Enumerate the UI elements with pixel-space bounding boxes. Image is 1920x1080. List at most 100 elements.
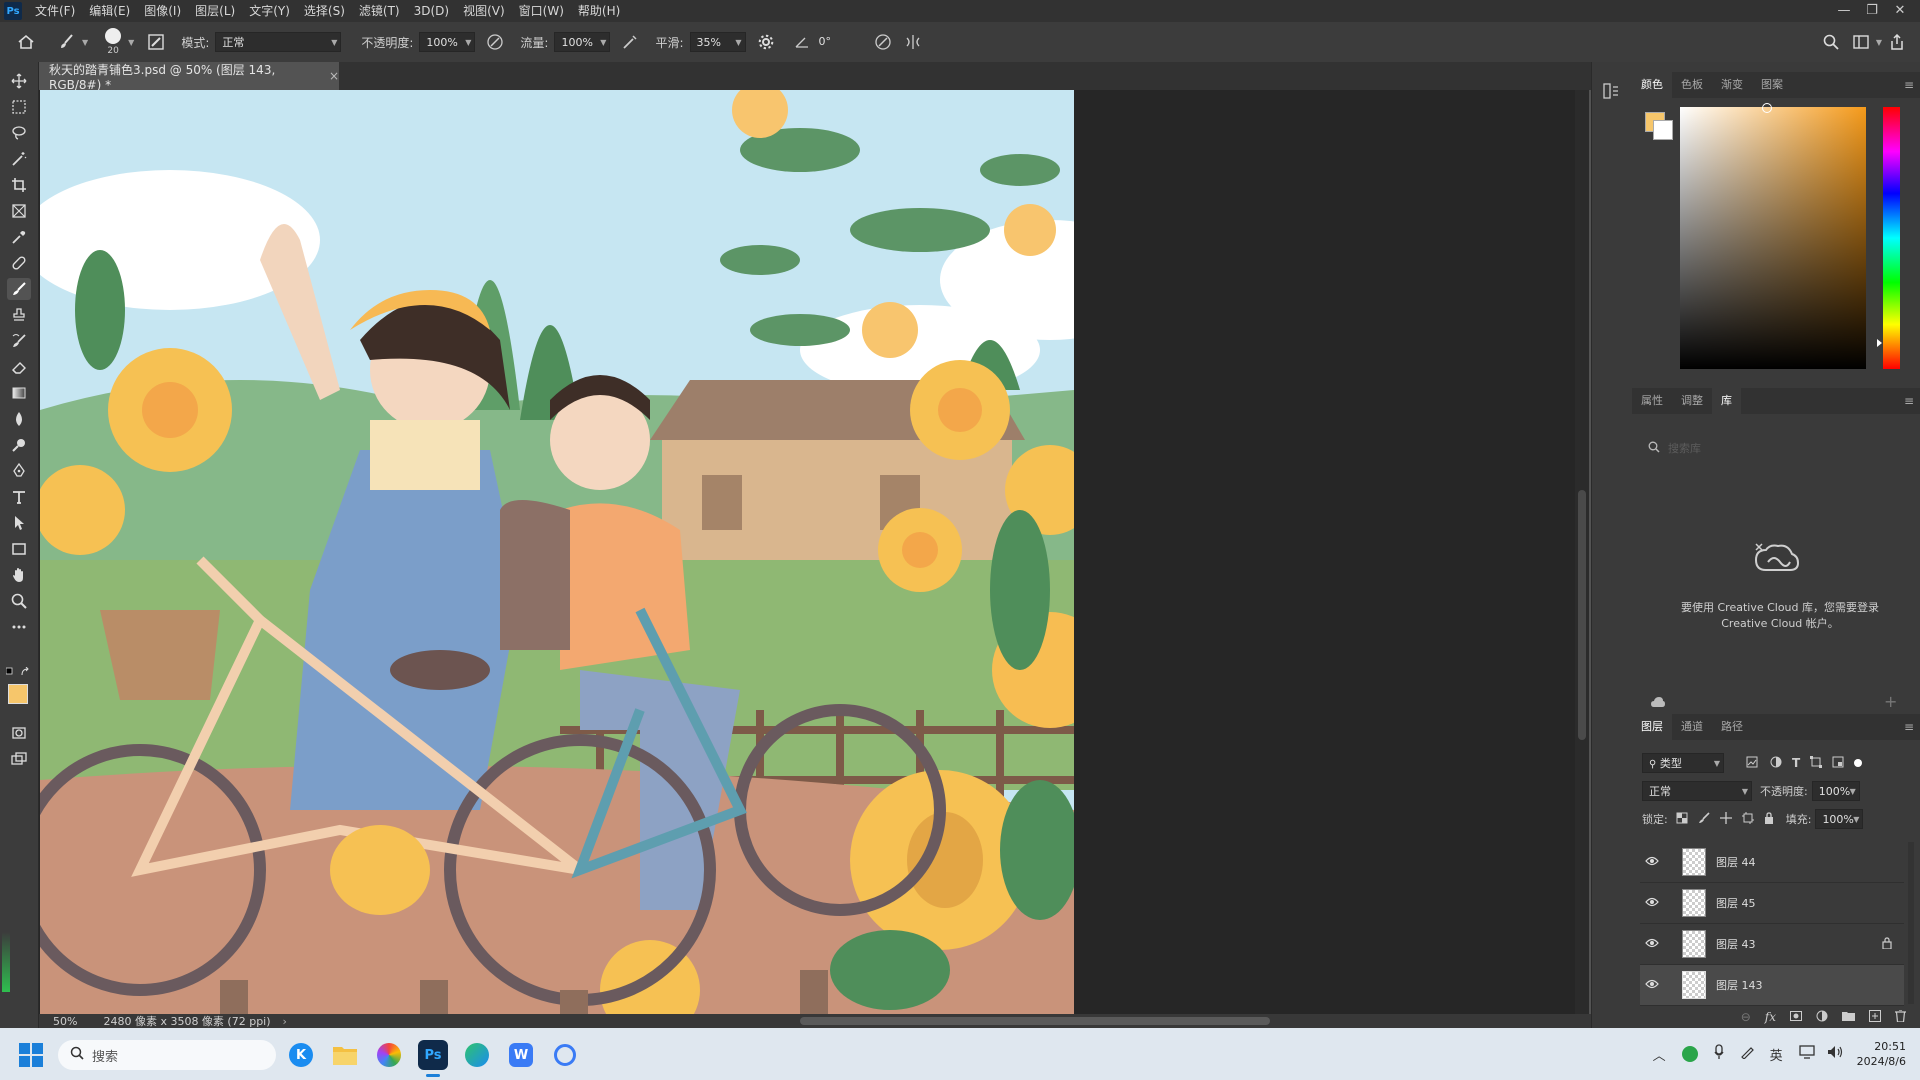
clone-stamp-tool-icon[interactable] — [7, 304, 31, 326]
brush-size-picker[interactable]: 20 — [98, 25, 128, 59]
adjustment-layer-icon[interactable] — [1816, 1010, 1828, 1025]
menu-3d[interactable]: 3D(D) — [407, 0, 456, 22]
healing-brush-tool-icon[interactable] — [7, 252, 31, 274]
horizontal-scrollbar-thumb[interactable] — [800, 1017, 1270, 1025]
hand-tool-icon[interactable] — [7, 564, 31, 586]
pen-tool-icon[interactable] — [7, 460, 31, 482]
screen-mode-icon[interactable] — [7, 748, 31, 770]
menu-view[interactable]: 视图(V) — [456, 0, 512, 22]
type-tool-icon[interactable] — [7, 486, 31, 508]
pressure-size-icon[interactable] — [871, 30, 895, 54]
menu-image[interactable]: 图像(I) — [137, 0, 188, 22]
close-icon[interactable]: × — [329, 69, 339, 83]
smoothing-field[interactable]: 35% ▼ — [689, 32, 746, 52]
panel-menu-icon[interactable]: ≡ — [1904, 72, 1914, 98]
path-selection-tool-icon[interactable] — [7, 512, 31, 534]
angle-value[interactable]: 0° — [813, 32, 857, 52]
filter-pixel-layers-icon[interactable] — [1746, 756, 1758, 771]
layer-row[interactable]: 图层 143 — [1640, 965, 1904, 1006]
filter-smart-objects-icon[interactable] — [1832, 756, 1844, 771]
workspace-icon[interactable] — [1849, 30, 1873, 54]
eye-icon[interactable] — [1640, 978, 1664, 992]
gear-icon[interactable] — [754, 30, 778, 54]
quick-mask-icon[interactable] — [7, 722, 31, 744]
lasso-tool-icon[interactable] — [7, 122, 31, 144]
document-tab[interactable]: 秋天的踏青铺色3.psd @ 50% (图层 143, RGB/8#) * × — [39, 62, 339, 92]
marquee-tool-icon[interactable] — [7, 96, 31, 118]
crop-tool-icon[interactable] — [7, 174, 31, 196]
kugou-app-icon[interactable]: K — [286, 1040, 316, 1070]
pen-input-icon[interactable] — [1740, 1045, 1754, 1063]
blend-mode-select[interactable]: 正常 ▼ — [1642, 781, 1752, 801]
airbrush-icon[interactable] — [618, 30, 642, 54]
restore-icon[interactable]: ❐ — [1858, 0, 1886, 22]
gradient-tool-icon[interactable] — [7, 382, 31, 404]
lock-icon[interactable] — [1882, 936, 1892, 952]
foreground-color-swatch[interactable] — [8, 684, 28, 704]
zoom-tool-icon[interactable] — [7, 590, 31, 612]
frame-tool-icon[interactable] — [7, 200, 31, 222]
symmetry-icon[interactable] — [901, 30, 925, 54]
move-tool-icon[interactable] — [7, 70, 31, 92]
taskbar-clock[interactable]: 20:51 2024/8/6 — [1857, 1039, 1906, 1069]
brush-tool-preset-icon[interactable] — [55, 30, 79, 54]
blur-tool-icon[interactable] — [7, 408, 31, 430]
cloud-sync-icon[interactable] — [1650, 696, 1666, 711]
photoshop-taskbar-icon[interactable]: Ps — [418, 1040, 448, 1070]
network-icon[interactable] — [1798, 1045, 1815, 1063]
vertical-scrollbar-thumb[interactable] — [1578, 490, 1586, 740]
new-layer-icon[interactable] — [1869, 1009, 1881, 1025]
panel-menu-icon[interactable]: ≡ — [1904, 388, 1914, 414]
edge-browser-icon[interactable] — [462, 1040, 492, 1070]
menu-filter[interactable]: 滤镜(T) — [352, 0, 407, 22]
mode-select[interactable]: 正常 ▼ — [215, 32, 342, 52]
fill-field[interactable]: 100% ▼ — [1815, 809, 1864, 829]
library-search[interactable]: 搜索库 — [1640, 436, 1912, 460]
tab-swatches[interactable]: 色板 — [1672, 72, 1712, 98]
panel-menu-icon[interactable]: ≡ — [1904, 714, 1914, 740]
minimize-icon[interactable]: — — [1830, 0, 1858, 22]
add-mask-icon[interactable] — [1790, 1010, 1802, 1024]
ime-indicator[interactable]: 英 — [1770, 1045, 1783, 1064]
lock-position-icon[interactable] — [1719, 811, 1732, 827]
background-color-swatch[interactable] — [1653, 120, 1673, 140]
lock-artboard-icon[interactable] — [1741, 811, 1754, 827]
swap-colors-icon[interactable] — [5, 666, 32, 676]
tab-paths[interactable]: 路径 — [1712, 714, 1752, 740]
brush-settings-icon[interactable] — [144, 30, 168, 54]
eye-icon[interactable] — [1640, 896, 1664, 910]
tab-color[interactable]: 颜色 — [1632, 72, 1672, 98]
security-app-icon[interactable] — [1681, 1046, 1698, 1062]
search-icon[interactable] — [1819, 30, 1843, 54]
status-chevron-right-icon[interactable]: › — [283, 1015, 287, 1028]
tab-properties[interactable]: 属性 — [1632, 388, 1672, 414]
layer-row[interactable]: 图层 44 — [1640, 842, 1904, 883]
flow-field[interactable]: 100% ▼ — [554, 32, 611, 52]
more-tools-icon[interactable] — [7, 616, 31, 638]
filter-shape-layers-icon[interactable] — [1810, 755, 1823, 771]
brush-tool-icon[interactable] — [7, 278, 31, 300]
tab-gradients[interactable]: 渐变 — [1712, 72, 1752, 98]
home-icon[interactable] — [14, 30, 38, 54]
layer-row[interactable]: 图层 45 — [1640, 883, 1904, 924]
microphone-icon[interactable] — [1714, 1044, 1724, 1064]
chevron-up-icon[interactable]: ︿ — [1653, 1045, 1666, 1064]
menu-window[interactable]: 窗口(W) — [512, 0, 571, 22]
hue-slider-handle[interactable] — [1877, 339, 1882, 347]
eye-icon[interactable] — [1640, 855, 1664, 869]
history-brush-tool-icon[interactable] — [7, 330, 31, 352]
menu-edit[interactable]: 编辑(E) — [82, 0, 137, 22]
tab-channels[interactable]: 通道 — [1672, 714, 1712, 740]
trash-icon[interactable] — [1895, 1008, 1906, 1025]
browser-app-icon[interactable] — [374, 1040, 404, 1070]
link-layers-icon[interactable]: ⊖ — [1741, 1010, 1751, 1024]
file-explorer-icon[interactable] — [330, 1040, 360, 1070]
layer-filter-select[interactable]: ⚲ 类型 ▼ — [1642, 753, 1724, 773]
eraser-tool-icon[interactable] — [7, 356, 31, 378]
menu-select[interactable]: 选择(S) — [297, 0, 352, 22]
layer-row[interactable]: 图层 43 — [1640, 924, 1904, 965]
dodge-tool-icon[interactable] — [7, 434, 31, 456]
close-icon[interactable]: ✕ — [1886, 0, 1914, 22]
writing-app-icon[interactable]: W — [506, 1040, 536, 1070]
menu-help[interactable]: 帮助(H) — [571, 0, 627, 22]
